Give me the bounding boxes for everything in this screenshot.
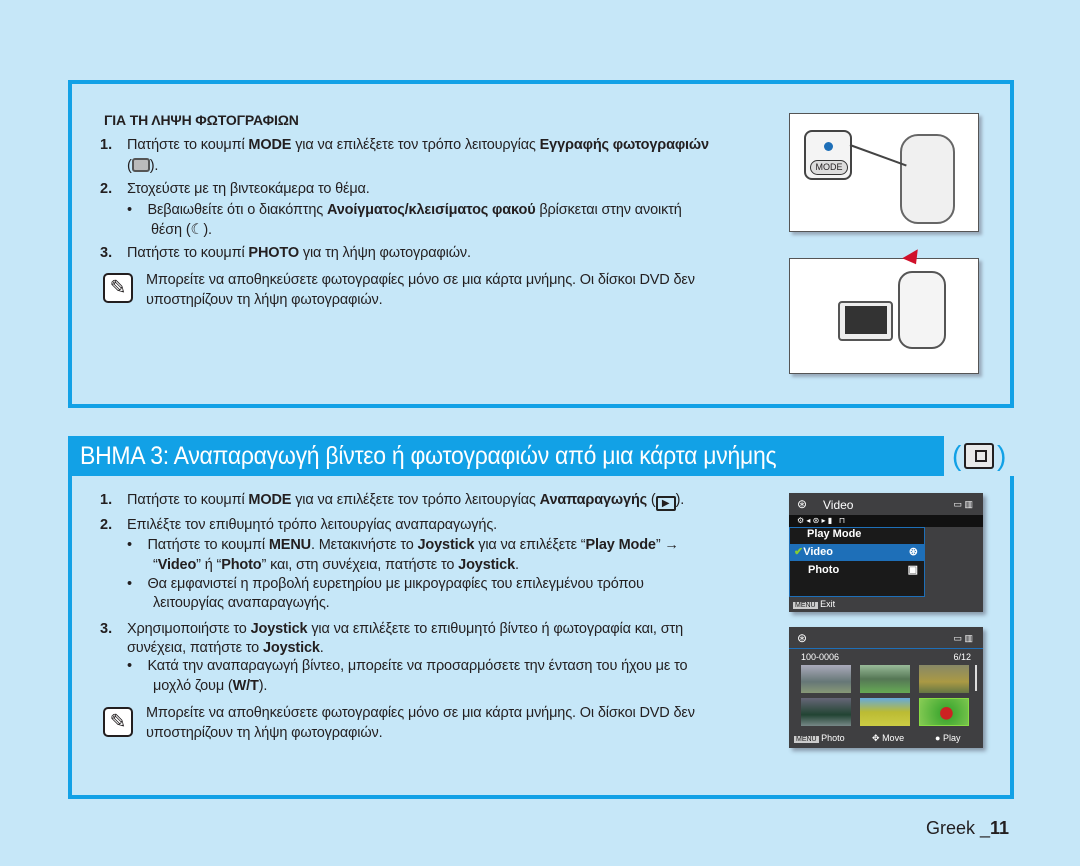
video-mode-icon: ⊛ [797, 631, 808, 645]
card-battery-icon: ▭ ▥ [953, 633, 973, 643]
thumbnail[interactable] [860, 665, 910, 693]
menu-title: Play Mode [807, 528, 862, 540]
bullet-text-cont: “Video” ή “Photo” και, στη συνέχεια, πατ… [153, 557, 519, 573]
step3-text-cont: συνέχεια, πατήστε το Joystick. [127, 640, 324, 656]
card-battery-icon: ▭ ▥ [953, 499, 973, 509]
check-icon: ✔ [794, 546, 804, 558]
step3-banner: ΒΗΜΑ 3: Αναπαραγωγή βίντεο ή φωτογραφιών… [68, 436, 1014, 476]
step-number: 1. [100, 492, 113, 508]
move-control[interactable]: ✥ Move [872, 733, 904, 744]
joystick-move-icon: ✥ [872, 733, 880, 743]
thumbnail[interactable] [919, 665, 969, 693]
menu-item-photo[interactable]: Photo ▣ [790, 562, 924, 579]
menu-tab-bar[interactable]: ⚙ ◂ ⊛ ▸ ▮ ⊓ [789, 515, 983, 527]
note-icon: ✎ [103, 707, 133, 737]
play-mode-menu: Play Mode ✔Video ⊛ Photo ▣ [789, 527, 925, 597]
step-number: 2. [100, 517, 113, 533]
page-footer: Greek _11 [926, 818, 1010, 838]
step2-text: Επιλέξτε τον επιθυμητό τρόπο λειτουργίας… [127, 517, 498, 533]
note-icon: ✎ [103, 273, 133, 303]
paren: ( [951, 440, 961, 471]
thumbnail-index-screen: ⊛ ▭ ▥ 100-0006 6/12 MENU Photo ✥ Move ● … [789, 627, 983, 748]
menu-item-video[interactable]: ✔Video ⊛ [790, 544, 924, 561]
menu-key-icon: MENU [794, 736, 819, 743]
thumbnail[interactable] [801, 698, 851, 726]
bullet-text-cont: μοχλό ζουμ (W/T). [153, 678, 268, 694]
camcorder-mode-illustration: MODE [789, 113, 979, 232]
step1-text: Πατήστε το κουμπί MODE για να επιλέξετε … [127, 492, 685, 511]
section-heading: ΓΙΑ ΤΗ ΛΗΨΗ ΦΩΤΟΓΡΑΦΙΩΝ [104, 112, 299, 128]
play-mode-menu-screen: ⊛ Video ▭ ▥ ⚙ ◂ ⊛ ▸ ▮ ⊓ Play Mode ✔Video… [789, 493, 983, 612]
thumbnail[interactable] [801, 665, 851, 693]
play-icon: ▶ [655, 496, 676, 511]
paren: ) [997, 440, 1007, 471]
file-number: 100-0006 [801, 652, 840, 662]
photo-icon: ▣ [907, 564, 918, 576]
play-control[interactable]: ● Play [935, 733, 960, 743]
bullet-text: • Θα εμφανιστεί η προβολή ευρετηρίου με … [127, 576, 644, 592]
video-mode-icon: ⊛ [797, 497, 808, 511]
video-icon: ⊛ [908, 546, 918, 558]
note-line: υποστηρίζουν τη λήψη φωτογραφιών. [146, 725, 383, 741]
mode-button-label: MODE [810, 160, 848, 175]
step-number: 1. [100, 137, 113, 153]
step3-text: Πατήστε το κουμπί PHOTO για τη λήψη φωτο… [127, 245, 471, 261]
step3-text: Χρησιμοποιήστε το Joystick για να επιλέξ… [127, 621, 683, 637]
file-count: 6/12 [953, 652, 971, 662]
joystick-press-icon: ● [935, 733, 941, 743]
step-number: 3. [100, 245, 113, 261]
camcorder-photo-illustration [789, 249, 979, 374]
thumbnail-selected[interactable] [919, 698, 969, 726]
screen-title: Video [823, 498, 854, 512]
photo-control[interactable]: MENU Photo [794, 733, 845, 743]
note-line: υποστηρίζουν τη λήψη φωτογραφιών. [146, 292, 383, 308]
bottom-controls: MENU Photo ✥ Move ● Play [794, 733, 980, 743]
banner-icon-group: ( ) [944, 436, 1014, 476]
memory-card-play-icon [964, 443, 994, 469]
scrollbar[interactable] [975, 665, 977, 691]
bullet-text: • Βεβαιωθείτε ότι ο διακόπτης Ανοίγματος… [127, 202, 682, 218]
banner-title: ΒΗΜΑ 3: Αναπαραγωγή βίντεο ή φωτογραφιών… [80, 442, 777, 470]
step-number: 2. [100, 181, 113, 197]
step1-icon-line: (). [127, 158, 159, 174]
exit-control[interactable]: MENU Exit [793, 599, 835, 609]
step2-text: Στοχεύστε με τη βιντεοκάμερα το θέμα. [127, 181, 370, 197]
lens-open-icon: ☾ [190, 222, 204, 238]
bullet-text: • Πατήστε το κουμπί MENU. Μετακινήστε το… [127, 537, 679, 553]
camera-icon [131, 158, 150, 172]
bullet-text-cont: θέση (☾). [151, 222, 212, 238]
note-line: Μπορείτε να αποθηκεύσετε φωτογραφίες μόν… [146, 705, 695, 721]
bullet-text-cont: λειτουργίας αναπαραγωγής. [153, 595, 330, 611]
step-number: 3. [100, 621, 113, 637]
step1-text: Πατήστε το κουμπί MODE για να επιλέξετε … [127, 137, 709, 153]
bullet-text: • Κατά την αναπαραγωγή βίντεο, μπορείτε … [127, 658, 688, 674]
note-line: Μπορείτε να αποθηκεύσετε φωτογραφίες μόν… [146, 272, 695, 288]
thumbnail[interactable] [860, 698, 910, 726]
menu-key-icon: MENU [793, 602, 818, 609]
